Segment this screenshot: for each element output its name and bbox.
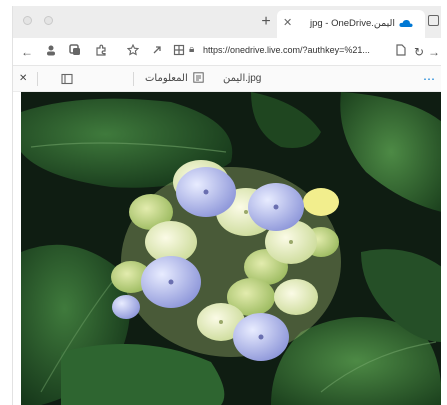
navigation-bar: ← 🔒︎ https://onedrive.live.com/?authkey=…: [13, 38, 441, 66]
extensions-icon[interactable]: [93, 44, 109, 60]
lock-icon: 🔒︎: [189, 44, 195, 55]
collections-icon[interactable]: [67, 44, 83, 60]
refresh-icon[interactable]: ↻: [411, 44, 427, 60]
favorites-icon[interactable]: [125, 43, 141, 60]
browser-tab[interactable]: ✕ اليمن.jpg - OneDrive: [277, 10, 425, 38]
tab-title: اليمن.jpg - OneDrive: [309, 18, 395, 29]
window-dot[interactable]: [23, 16, 32, 25]
file-name-item: اليمن.jpg: [223, 71, 261, 87]
close-icon[interactable]: ✕: [283, 16, 292, 29]
viewer-toolbar: ✕ المعلومات اليمن.jpg ⋯: [13, 66, 441, 92]
info-icon: [192, 72, 204, 83]
forward-arrow-icon[interactable]: →: [426, 44, 441, 60]
read-aloud-icon[interactable]: [149, 44, 165, 60]
apps-grid-icon[interactable]: [171, 44, 187, 60]
tab-strip: + ✕ اليمن.jpg - OneDrive: [13, 6, 441, 38]
info-label: المعلومات: [145, 73, 188, 84]
address-bar[interactable]: 🔒︎ https://onedrive.live.com/?authkey=%2…: [189, 43, 389, 61]
hydrangea-photo: [21, 92, 441, 405]
window-dot[interactable]: [44, 16, 53, 25]
pane-toggle-icon[interactable]: [61, 71, 73, 87]
info-button[interactable]: المعلومات: [145, 71, 204, 87]
window-restore-icon[interactable]: [428, 15, 439, 26]
file-name: اليمن.jpg: [223, 73, 262, 84]
url-text: https://onedrive.live.com/?authkey=%21..…: [203, 45, 370, 55]
toolbar-divider: [37, 72, 38, 86]
onedrive-cloud-icon: [399, 19, 413, 27]
profile-icon[interactable]: [43, 44, 59, 60]
more-options-icon[interactable]: ⋯: [423, 71, 435, 87]
toolbar-divider: [133, 72, 134, 86]
browser-window: + ✕ اليمن.jpg - OneDrive ← 🔒︎ https://on…: [12, 6, 441, 405]
page-icon[interactable]: [393, 44, 409, 60]
plus-icon[interactable]: +: [257, 13, 275, 31]
back-arrow-icon[interactable]: ←: [19, 44, 35, 60]
close-viewer-icon[interactable]: ✕: [19, 71, 27, 87]
photo-image: [21, 92, 441, 405]
window-controls-left: [23, 16, 53, 25]
